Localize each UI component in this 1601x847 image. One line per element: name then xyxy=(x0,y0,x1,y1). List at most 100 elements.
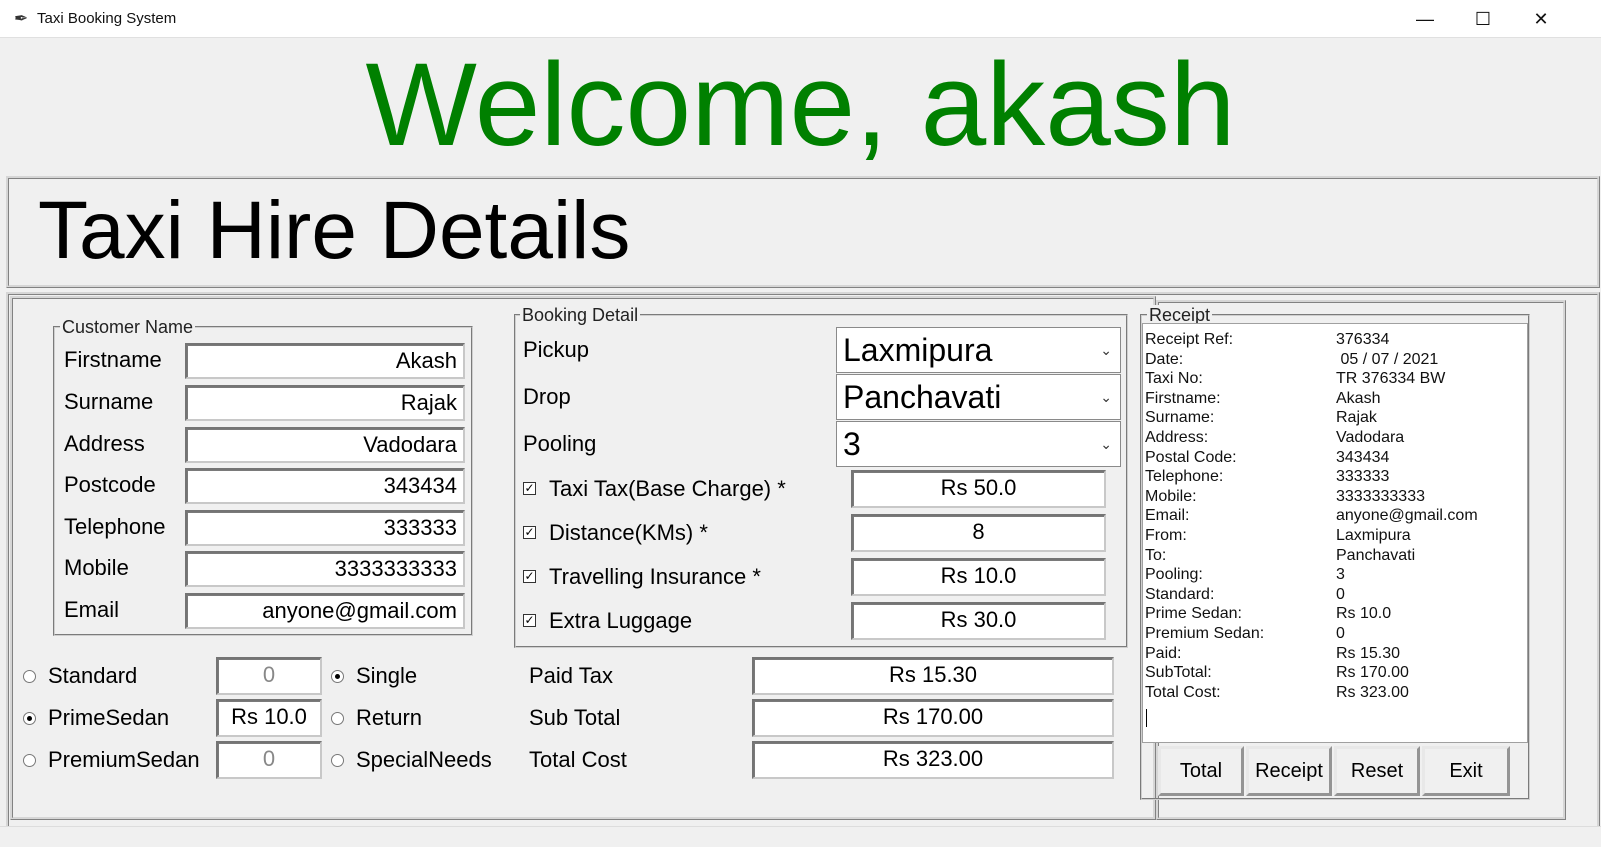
receipt-row: From: Laxmipura xyxy=(1145,526,1525,546)
receipt-row: Standard: 0 xyxy=(1145,585,1525,605)
receipt-row: Prime Sedan: Rs 10.0 xyxy=(1145,604,1525,624)
primesedan-radio[interactable] xyxy=(23,712,36,725)
reset-button[interactable]: Reset xyxy=(1334,746,1420,796)
maximize-button[interactable]: ☐ xyxy=(1454,0,1512,38)
postcode-input[interactable]: 343434 xyxy=(185,468,465,504)
receipt-textarea[interactable]: Receipt Ref: 376334 Date: 05 / 07 / 2021 Ta… xyxy=(1142,323,1528,743)
premiumsedan-input[interactable]: 0 xyxy=(216,741,322,779)
receipt-row-value: TR 376334 BW xyxy=(1336,370,1446,388)
exit-button[interactable]: Exit xyxy=(1422,746,1510,796)
receipt-row-key: To: xyxy=(1145,546,1167,564)
address-label: Address xyxy=(64,431,145,456)
feather-icon: ✒ xyxy=(14,9,29,28)
receipt-row-value: Rajak xyxy=(1336,409,1377,427)
total-cost-input[interactable]: Rs 323.00 xyxy=(752,741,1114,779)
taxi-tax-checkbox[interactable]: ✓ xyxy=(523,482,536,495)
receipt-row-value: Laxmipura xyxy=(1336,526,1411,544)
close-button[interactable]: ✕ xyxy=(1512,0,1570,38)
receipt-row: Email: anyone@gmail.com xyxy=(1145,506,1525,526)
drop-select[interactable]: Panchavati ⌄ xyxy=(836,374,1121,420)
customer-group-label: Customer Name xyxy=(60,317,196,337)
receipt-row: Postal Code: 343434 xyxy=(1145,448,1525,468)
telephone-label: Telephone xyxy=(64,514,166,539)
pooling-select[interactable]: 3 ⌄ xyxy=(836,421,1121,467)
return-radio[interactable] xyxy=(331,712,344,725)
receipt-row-key: Paid: xyxy=(1145,644,1182,662)
receipt-row-key: Taxi No: xyxy=(1145,370,1203,388)
paid-tax-input[interactable]: Rs 15.30 xyxy=(752,657,1114,695)
address-input[interactable]: Vadodara xyxy=(185,427,465,463)
firstname-label: Firstname xyxy=(64,347,162,372)
firstname-input[interactable]: Akash xyxy=(185,343,465,379)
telephone-input[interactable]: 333333 xyxy=(185,510,465,546)
standard-radio[interactable] xyxy=(23,670,36,683)
taxi-tax-input[interactable]: Rs 50.0 xyxy=(851,470,1106,508)
insurance-checkbox[interactable]: ✓ xyxy=(523,570,536,583)
specialneeds-radio[interactable] xyxy=(331,754,344,767)
standard-input[interactable]: 0 xyxy=(216,657,322,695)
receipt-row: Date: 05 / 07 / 2021 xyxy=(1145,350,1525,370)
insurance-input[interactable]: Rs 10.0 xyxy=(851,558,1106,596)
receipt-button[interactable]: Receipt xyxy=(1246,746,1332,796)
receipt-row-key: Telephone: xyxy=(1145,468,1224,486)
receipt-row-value: 3 xyxy=(1336,566,1345,584)
receipt-row-value: 333333 xyxy=(1336,468,1390,486)
luggage-input[interactable]: Rs 30.0 xyxy=(851,602,1106,640)
receipt-row: Taxi No: TR 376334 BW xyxy=(1145,369,1525,389)
window-title: Taxi Booking System xyxy=(37,10,177,27)
receipt-row: Firstname: Akash xyxy=(1145,389,1525,409)
luggage-checkbox[interactable]: ✓ xyxy=(523,614,536,627)
receipt-row: Surname: Rajak xyxy=(1145,408,1525,428)
receipt-row: SubTotal: Rs 170.00 xyxy=(1145,663,1525,683)
pickup-select[interactable]: Laxmipura ⌄ xyxy=(836,327,1121,373)
receipt-row-key: Pooling: xyxy=(1145,566,1203,584)
surname-label: Surname xyxy=(64,389,154,414)
receipt-row-key: Standard: xyxy=(1145,585,1215,603)
postcode-label: Postcode xyxy=(64,472,156,497)
distance-input[interactable]: 8 xyxy=(851,514,1106,552)
total-button[interactable]: Total xyxy=(1158,746,1244,796)
receipt-row: Total Cost: Rs 323.00 xyxy=(1145,683,1525,703)
text-cursor xyxy=(1146,709,1147,727)
subtotal-input[interactable]: Rs 170.00 xyxy=(752,699,1114,737)
mobile-input[interactable]: 3333333333 xyxy=(185,551,465,587)
receipt-row: Telephone: 333333 xyxy=(1145,467,1525,487)
receipt-row-key: Total Cost: xyxy=(1145,683,1221,701)
receipt-row-value: Vadodara xyxy=(1336,428,1405,446)
receipt-row-key: SubTotal: xyxy=(1145,664,1212,682)
return-label: Return xyxy=(356,705,423,730)
minimize-icon: — xyxy=(1416,9,1434,29)
receipt-row: Address: Vadodara xyxy=(1145,428,1525,448)
single-radio[interactable] xyxy=(331,670,344,683)
primesedan-input[interactable]: Rs 10.0 xyxy=(216,699,322,737)
receipt-row-key: Date: xyxy=(1145,350,1184,368)
page-title: Taxi Hire Details xyxy=(38,185,631,276)
receipt-row-value: 05 / 07 / 2021 xyxy=(1336,350,1439,368)
single-label: Single xyxy=(356,663,418,688)
distance-checkbox[interactable]: ✓ xyxy=(523,526,536,539)
pickup-value: Laxmipura xyxy=(843,332,993,368)
window-titlebar: ✒ Taxi Booking System — ☐ ✕ xyxy=(0,0,1601,38)
chevron-down-icon: ⌄ xyxy=(1100,436,1112,452)
distance-label: Distance(KMs) * xyxy=(549,520,708,545)
close-icon: ✕ xyxy=(1533,9,1549,29)
pooling-value: 3 xyxy=(843,426,861,462)
receipt-row-key: Email: xyxy=(1145,507,1190,525)
surname-input[interactable]: Rajak xyxy=(185,385,465,421)
receipt-row-key: Premium Sedan: xyxy=(1145,624,1265,642)
receipt-row-value: Rs 10.0 xyxy=(1336,605,1392,623)
minimize-button[interactable]: — xyxy=(1396,0,1454,38)
receipt-group-label: Receipt xyxy=(1147,305,1213,325)
bottom-strip xyxy=(0,826,1601,847)
total-cost-label: Total Cost xyxy=(529,747,627,772)
receipt-row: Premium Sedan: 0 xyxy=(1145,624,1525,644)
receipt-row: Paid: Rs 15.30 xyxy=(1145,644,1525,664)
receipt-row-value: 376334 xyxy=(1336,331,1390,348)
premiumsedan-radio[interactable] xyxy=(23,754,36,767)
receipt-row: Receipt Ref: 376334 xyxy=(1145,330,1525,350)
standard-label: Standard xyxy=(48,663,138,688)
chevron-down-icon: ⌄ xyxy=(1100,389,1112,405)
receipt-row-key: Receipt Ref: xyxy=(1145,331,1234,348)
email-input[interactable]: anyone@gmail.com xyxy=(185,593,465,629)
receipt-row-value: anyone@gmail.com xyxy=(1336,507,1478,525)
